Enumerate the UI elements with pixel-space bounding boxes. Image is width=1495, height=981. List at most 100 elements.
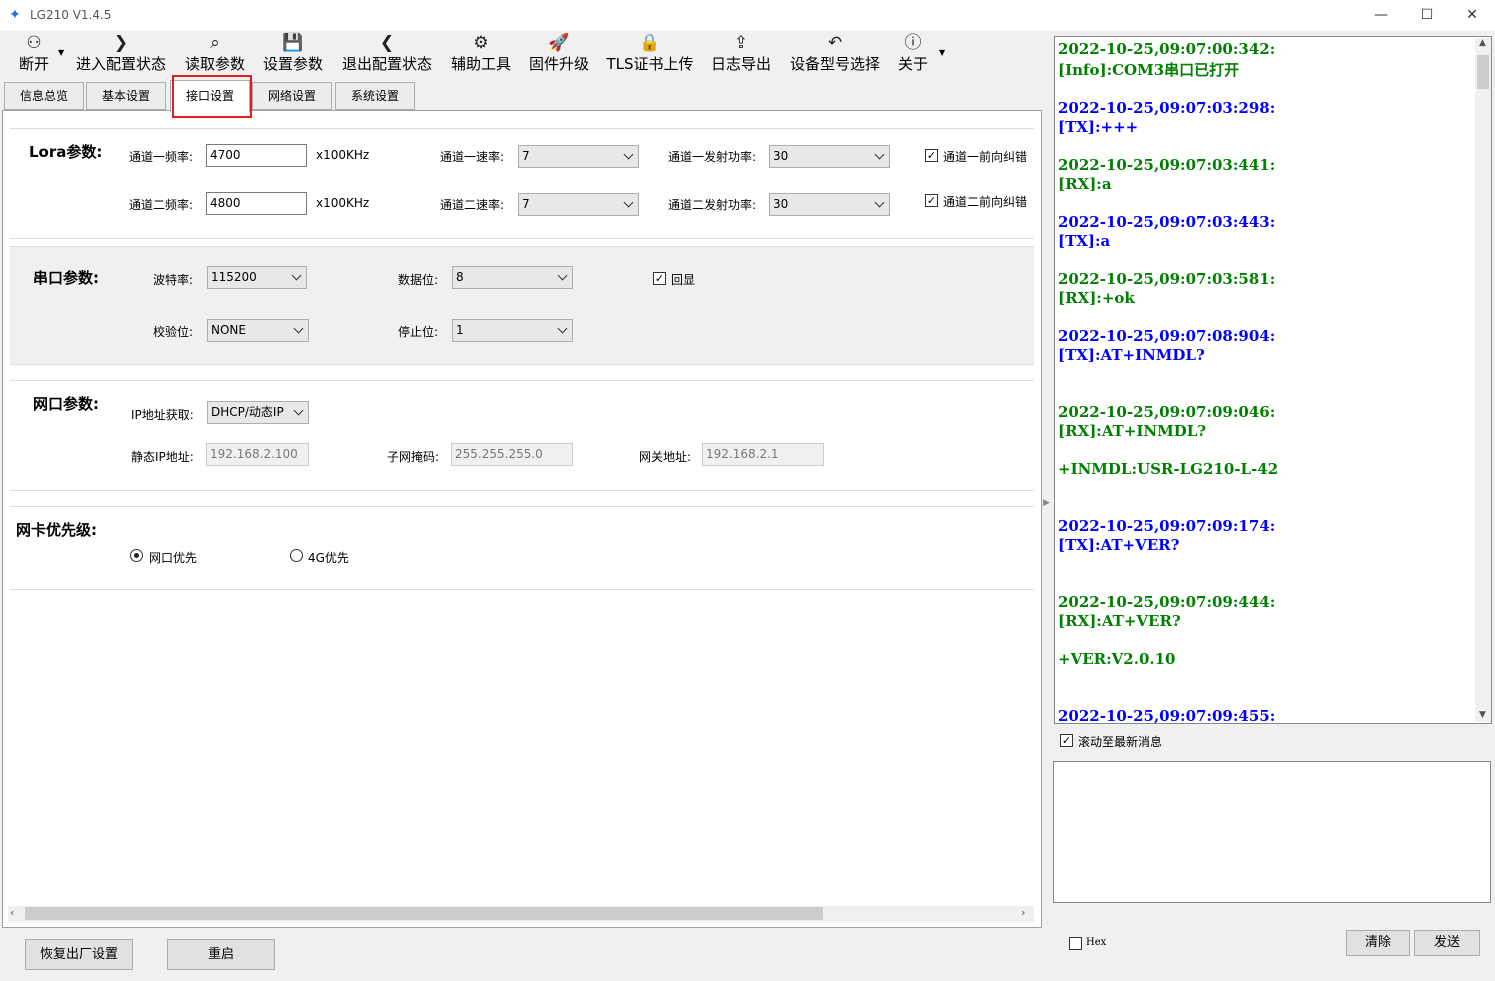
splitter-handle-icon[interactable]: ▶ <box>1043 498 1050 508</box>
ch2-freq-input[interactable]: 4800 <box>206 192 307 215</box>
chevron-left-icon: ❮ <box>379 33 395 53</box>
log-line: +VER:V2.0.10 <box>1058 650 1176 668</box>
chevron-down-icon <box>557 323 568 334</box>
log-line: [TX]:a <box>1058 232 1111 250</box>
log-line: 2022-10-25,09:07:09:444: <box>1058 593 1276 611</box>
hex-label: Hex <box>1086 937 1107 948</box>
toolbar-label: 设置参数 <box>262 55 323 73</box>
set-params-button[interactable]: 💾 设置参数 <box>258 32 328 78</box>
mask-label: 子网掩码: <box>387 450 440 464</box>
autoscroll-checkbox[interactable]: ✓ <box>1060 734 1073 747</box>
select-value: NONE <box>211 323 246 337</box>
read-params-button[interactable]: ⌕ 读取参数 <box>180 32 250 78</box>
highlight-box <box>172 75 252 118</box>
chevron-right-icon: ❯ <box>113 33 129 53</box>
tab-network[interactable]: 网络设置 <box>252 82 332 110</box>
ch1-rate-label: 通道一速率: <box>440 150 505 164</box>
ip-mode-select[interactable]: DHCP/动态IP <box>207 401 309 424</box>
scroll-left-icon[interactable]: ‹ <box>10 906 14 919</box>
scrollbar-thumb[interactable] <box>1477 55 1489 89</box>
log-output[interactable]: 2022-10-25,09:07:00:342: [Info]:COM3串口已打… <box>1054 36 1492 724</box>
send-input[interactable] <box>1053 761 1491 903</box>
chevron-down-icon <box>293 405 304 416</box>
select-value: DHCP/动态IP <box>211 405 284 419</box>
ch1-fec-checkbox[interactable]: ✓ <box>925 149 938 162</box>
app-logo-icon: ✦ <box>9 7 21 23</box>
baud-select[interactable]: 115200 <box>207 266 307 289</box>
ch2-power-label: 通道二发射功率: <box>668 198 757 212</box>
scroll-down-icon[interactable]: ▼ <box>1479 710 1486 720</box>
data-bits-select[interactable]: 8 <box>452 266 573 289</box>
scrollbar-thumb[interactable] <box>25 907 823 920</box>
data-bits-label: 数据位: <box>398 273 439 287</box>
firmware-upgrade-button[interactable]: 🚀 固件升级 <box>524 32 594 78</box>
ch1-freq-unit: x100KHz <box>316 148 370 162</box>
log-line: [RX]:+ok <box>1058 289 1135 307</box>
toolbar-label: 设备型号选择 <box>789 55 880 73</box>
select-value: 7 <box>522 149 530 163</box>
log-export-button[interactable]: ⇪ 日志导出 <box>706 32 776 78</box>
stop-bits-label: 停止位: <box>398 325 439 339</box>
dropdown-arrow-icon[interactable]: ▼ <box>58 48 64 57</box>
chevron-down-icon <box>291 270 302 281</box>
tab-system[interactable]: 系统设置 <box>335 82 415 110</box>
restart-button[interactable]: 重启 <box>167 939 275 970</box>
select-value: 1 <box>456 323 464 337</box>
about-button[interactable]: ⓘ 关于 <box>893 32 933 78</box>
tls-upload-button[interactable]: 🔒 TLS证书上传 <box>602 32 698 78</box>
tab-basic[interactable]: 基本设置 <box>86 82 166 110</box>
chevron-down-icon <box>557 270 568 281</box>
tools-button[interactable]: ⚙ 辅助工具 <box>446 32 516 78</box>
vertical-scrollbar[interactable] <box>1475 38 1491 722</box>
mask-input[interactable]: 255.255.255.0 <box>451 443 573 466</box>
4g-priority-radio[interactable] <box>290 549 303 562</box>
ch2-freq-label: 通道二频率: <box>129 198 194 212</box>
toolbar-label: 进入配置状态 <box>75 55 166 73</box>
factory-reset-button[interactable]: 恢复出厂设置 <box>25 939 133 970</box>
ch1-power-select[interactable]: 30 <box>769 145 890 168</box>
echo-checkbox[interactable]: ✓ <box>653 272 666 285</box>
dropdown-arrow-icon[interactable]: ▼ <box>939 48 945 57</box>
log-line: 2022-10-25,09:07:03:298: <box>1058 99 1276 117</box>
select-value: 30 <box>773 149 789 163</box>
select-value: 7 <box>522 197 530 211</box>
ch2-power-select[interactable]: 30 <box>769 193 890 216</box>
tab-overview[interactable]: 信息总览 <box>4 82 84 110</box>
read-icon: ⌕ <box>210 33 220 53</box>
ch2-fec-checkbox[interactable]: ✓ <box>925 194 938 207</box>
scroll-right-icon[interactable]: › <box>1021 906 1025 919</box>
net-section <box>10 380 1034 491</box>
maximize-button[interactable]: ☐ <box>1404 0 1450 31</box>
ch1-fec-label: 通道一前向纠错 <box>943 150 1028 164</box>
enter-config-button[interactable]: ❯ 进入配置状态 <box>70 32 172 78</box>
rocket-icon: 🚀 <box>548 33 570 53</box>
device-model-button[interactable]: ↶ 设备型号选择 <box>784 32 886 78</box>
parity-label: 校验位: <box>153 325 194 339</box>
minimize-button[interactable]: — <box>1358 0 1404 31</box>
scroll-up-icon[interactable]: ▲ <box>1479 38 1486 48</box>
gateway-input[interactable]: 192.168.2.1 <box>702 443 824 466</box>
send-button[interactable]: 发送 <box>1414 930 1480 956</box>
ch1-freq-input[interactable]: 4700 <box>206 144 307 167</box>
clear-button[interactable]: 清除 <box>1346 930 1410 956</box>
static-ip-label: 静态IP地址: <box>131 450 194 464</box>
nic-title: 网卡优先级: <box>16 521 97 539</box>
exit-config-button[interactable]: ❮ 退出配置状态 <box>336 32 438 78</box>
hex-checkbox[interactable] <box>1069 937 1082 950</box>
parity-select[interactable]: NONE <box>207 319 309 342</box>
disconnect-button[interactable]: ⚇ 断开 <box>10 32 58 78</box>
select-value: 115200 <box>211 270 257 284</box>
log-line: 2022-10-25,09:07:09:455: <box>1058 707 1276 724</box>
static-ip-input[interactable]: 192.168.2.100 <box>206 443 309 466</box>
eth-priority-radio[interactable] <box>130 549 143 562</box>
ch2-rate-select[interactable]: 7 <box>518 193 639 216</box>
close-button[interactable]: ✕ <box>1449 0 1495 31</box>
ch1-rate-select[interactable]: 7 <box>518 145 639 168</box>
select-value: 30 <box>773 197 789 211</box>
certificate-icon: 🔒 <box>639 33 661 53</box>
ip-mode-label: IP地址获取: <box>131 408 194 422</box>
save-icon: 💾 <box>282 33 304 53</box>
stop-bits-select[interactable]: 1 <box>452 319 573 342</box>
log-line: 2022-10-25,09:07:03:441: <box>1058 156 1276 174</box>
splitter[interactable] <box>1042 36 1052 926</box>
